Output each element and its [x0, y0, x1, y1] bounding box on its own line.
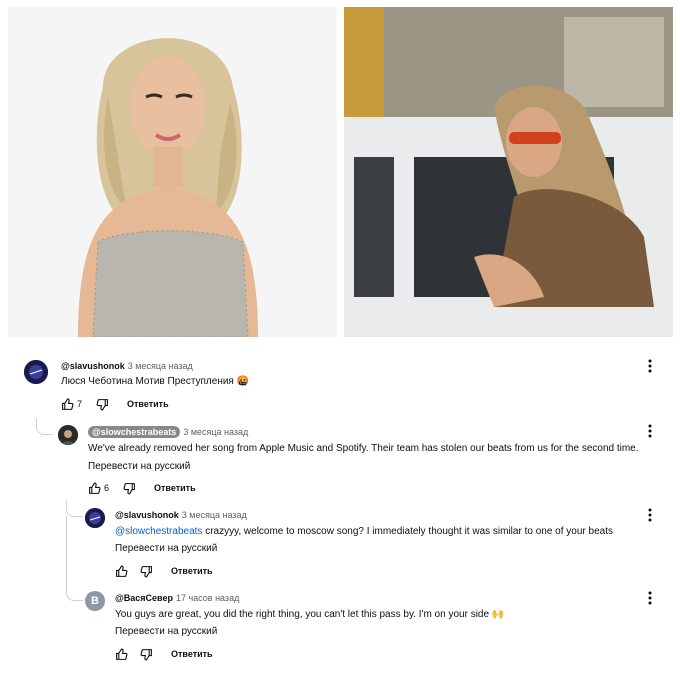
- mention-link[interactable]: @slowchestrabeats: [115, 526, 202, 537]
- comment-author[interactable]: @slowchestrabeats: [88, 426, 181, 438]
- reply-button[interactable]: Ответить: [171, 649, 213, 659]
- comment-timestamp[interactable]: 3 месяца назад: [183, 427, 248, 437]
- more-options-icon[interactable]: [647, 424, 653, 438]
- photo-music-video-still: [344, 7, 673, 337]
- dislike-icon[interactable]: [96, 398, 109, 411]
- more-options-icon[interactable]: [647, 591, 653, 605]
- thread-line: [66, 500, 83, 517]
- thread-line: [66, 516, 83, 601]
- dislike-icon[interactable]: [140, 565, 153, 578]
- avatar[interactable]: [24, 360, 48, 384]
- comment-text: You guys are great, you did the right th…: [115, 609, 505, 620]
- like-icon[interactable]: [61, 398, 74, 411]
- comment-timestamp[interactable]: 3 месяца назад: [182, 510, 247, 520]
- avatar[interactable]: [85, 508, 105, 528]
- more-options-icon[interactable]: [647, 508, 653, 522]
- comment-text: Люся Чеботина Мотив Преступления 🤬: [61, 376, 250, 387]
- thread-line: [36, 418, 53, 435]
- photo-singer-portrait: [8, 7, 337, 337]
- comment-text: We've already removed her song from Appl…: [88, 443, 639, 454]
- comment-author[interactable]: @slavushonok: [61, 361, 125, 371]
- comment-actions: 6 Ответить: [88, 481, 196, 495]
- comment-text: @slowchestrabeats crazyyy, welcome to mo…: [115, 526, 613, 537]
- photo-collage: [0, 0, 680, 342]
- comment-actions: Ответить: [115, 564, 213, 578]
- like-icon[interactable]: [115, 565, 128, 578]
- avatar[interactable]: [58, 425, 78, 445]
- reply-button[interactable]: Ответить: [171, 566, 213, 576]
- translate-link[interactable]: Перевести на русский: [88, 461, 190, 472]
- dislike-icon[interactable]: [140, 648, 153, 661]
- like-icon[interactable]: [115, 648, 128, 661]
- comment-actions: Ответить: [115, 647, 213, 661]
- more-options-icon[interactable]: [647, 359, 653, 373]
- like-icon[interactable]: [88, 482, 101, 495]
- avatar[interactable]: В: [85, 591, 105, 611]
- comment-author[interactable]: @ВасяСевер: [115, 593, 173, 603]
- like-count: 6: [104, 483, 110, 493]
- comment-author[interactable]: @slavushonok: [115, 510, 179, 520]
- reply-button[interactable]: Ответить: [127, 399, 169, 409]
- comment-timestamp[interactable]: 17 часов назад: [176, 593, 239, 603]
- comment-actions: 7 Ответить: [61, 397, 169, 411]
- reply-button[interactable]: Ответить: [154, 483, 196, 493]
- comment-timestamp[interactable]: 3 месяца назад: [128, 361, 193, 371]
- translate-link[interactable]: Перевести на русский: [115, 626, 217, 637]
- translate-link[interactable]: Перевести на русский: [115, 543, 217, 554]
- like-count: 7: [77, 399, 83, 409]
- dislike-icon[interactable]: [123, 482, 136, 495]
- avatar-letter: В: [91, 595, 99, 607]
